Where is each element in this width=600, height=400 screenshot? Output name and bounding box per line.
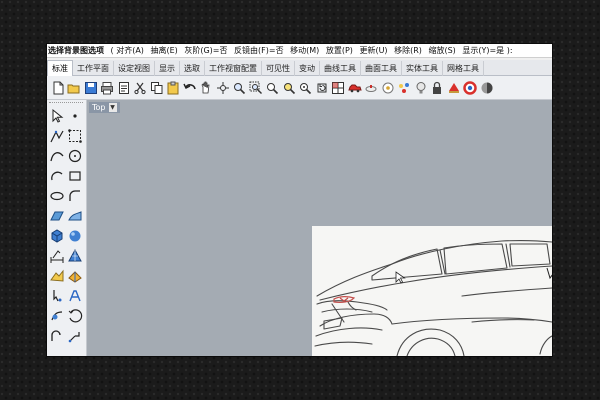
cmd-option-remove[interactable]: 移除(R): [394, 46, 422, 55]
zoom-extents-icon[interactable]: [265, 80, 280, 95]
cmd-option-scale[interactable]: 缩放(S): [428, 46, 455, 55]
cmd-option-update[interactable]: 更新(U): [359, 46, 387, 55]
snap-icon[interactable]: [397, 80, 412, 95]
car-sketch: [314, 240, 552, 356]
zoom-selected-icon[interactable]: [281, 80, 296, 95]
fold-icon[interactable]: [49, 268, 65, 284]
transform-icon[interactable]: [67, 328, 83, 344]
point-on-icon[interactable]: [380, 80, 395, 95]
new-file-icon[interactable]: [50, 80, 65, 95]
tab-solid-tools[interactable]: 实体工具: [402, 61, 443, 77]
viewport-name: Top: [92, 103, 106, 112]
tab-viewport-layout[interactable]: 工作视窗配置: [205, 61, 262, 77]
undo-view-icon[interactable]: [314, 80, 329, 95]
tab-visibility[interactable]: 可见性: [262, 61, 295, 77]
cut-icon[interactable]: [133, 80, 148, 95]
zoom-icon[interactable]: [232, 80, 247, 95]
mesh-icon[interactable]: [67, 248, 83, 264]
undo-icon[interactable]: [182, 80, 197, 95]
surface-icon[interactable]: [49, 208, 65, 224]
material-icon[interactable]: [446, 80, 461, 95]
paste-icon[interactable]: [166, 80, 181, 95]
cmd-option-grayscale[interactable]: 灰阶(G)=否: [184, 46, 227, 55]
lamp-render-icon[interactable]: [364, 80, 379, 95]
curve-icon[interactable]: [49, 148, 65, 164]
tab-set-view[interactable]: 设定视图: [114, 61, 155, 77]
select-arrow-icon[interactable]: [49, 108, 65, 124]
solid-sphere-icon[interactable]: [67, 228, 83, 244]
curve2-icon[interactable]: [49, 328, 65, 344]
point-icon[interactable]: [67, 108, 83, 124]
rotate-icon[interactable]: [67, 308, 83, 324]
box-select-icon[interactable]: [67, 128, 83, 144]
lock-icon[interactable]: [430, 80, 445, 95]
side-toolbar: [47, 100, 87, 356]
viewport-title[interactable]: Top ▼: [89, 102, 120, 113]
tab-standard[interactable]: 标准: [47, 60, 73, 77]
zoom-target-icon[interactable]: [298, 80, 313, 95]
arc-icon[interactable]: [49, 168, 65, 184]
tab-mesh-tools[interactable]: 网格工具: [443, 61, 484, 77]
bend-icon[interactable]: [67, 268, 83, 284]
toolbar-tabs: 标准 工作平面 设定视图 显示 选取 工作视窗配置 可见性 变动 曲线工具 曲面工具 实体工具 网格工…: [47, 60, 552, 77]
tab-surface-tools[interactable]: 曲面工具: [361, 61, 402, 77]
properties-icon[interactable]: [116, 80, 131, 95]
surface-edit-icon[interactable]: [67, 208, 83, 224]
toolbar-grip[interactable]: [49, 102, 83, 106]
copy-icon[interactable]: [149, 80, 164, 95]
tab-cplanes[interactable]: 工作平面: [73, 61, 114, 77]
sphere-render-icon[interactable]: [479, 80, 494, 95]
command-prompt: 选择背景图选项: [48, 46, 104, 55]
cmd-option-align[interactable]: ( 对齐(A): [111, 46, 144, 55]
blend-icon[interactable]: [49, 308, 65, 324]
command-line[interactable]: 选择背景图选项 ( 对齐(A) 抽离(E) 灰阶(G)=否 反镜由(F)=否 移…: [47, 44, 552, 58]
ellipse-icon[interactable]: [49, 188, 65, 204]
background-bitmap[interactable]: [312, 226, 552, 356]
point-edit-icon[interactable]: [49, 288, 65, 304]
rectangle-icon[interactable]: [67, 168, 83, 184]
bulb-icon[interactable]: [413, 80, 428, 95]
cmd-option-extract[interactable]: 抽离(E): [150, 46, 177, 55]
cmd-option-show[interactable]: 显示(Y)=是 ):: [462, 46, 512, 55]
cmd-option-move[interactable]: 移动(M): [290, 46, 319, 55]
color-wheel-icon[interactable]: [463, 80, 478, 95]
viewport-dropdown-icon[interactable]: ▼: [108, 103, 117, 112]
circle-icon[interactable]: [67, 148, 83, 164]
tab-display[interactable]: 显示: [155, 61, 180, 77]
tab-transform[interactable]: 变动: [295, 61, 320, 77]
print-icon[interactable]: [100, 80, 115, 95]
solid-box-icon[interactable]: [49, 228, 65, 244]
cmd-option-place[interactable]: 放置(P): [326, 46, 353, 55]
save-icon[interactable]: [83, 80, 98, 95]
zoom-window-icon[interactable]: [248, 80, 263, 95]
cmd-option-mirror[interactable]: 反镜由(F)=否: [234, 46, 284, 55]
pan-hand-icon[interactable]: [199, 80, 214, 95]
rotate-view-icon[interactable]: [215, 80, 230, 95]
tab-curve-tools[interactable]: 曲线工具: [320, 61, 361, 77]
polyline-icon[interactable]: [49, 128, 65, 144]
open-folder-icon[interactable]: [67, 80, 82, 95]
four-viewports-icon[interactable]: [331, 80, 346, 95]
text-icon[interactable]: [67, 288, 83, 304]
tab-select[interactable]: 选取: [180, 61, 205, 77]
rhino-window: 选择背景图选项 ( 对齐(A) 抽离(E) 灰阶(G)=否 反镜由(F)=否 移…: [47, 44, 552, 356]
car-render-icon[interactable]: [347, 80, 362, 95]
standard-toolbar: [47, 76, 552, 100]
top-viewport[interactable]: Top ▼: [87, 100, 552, 356]
fillet-icon[interactable]: [67, 188, 83, 204]
dimension-icon[interactable]: [49, 248, 65, 264]
